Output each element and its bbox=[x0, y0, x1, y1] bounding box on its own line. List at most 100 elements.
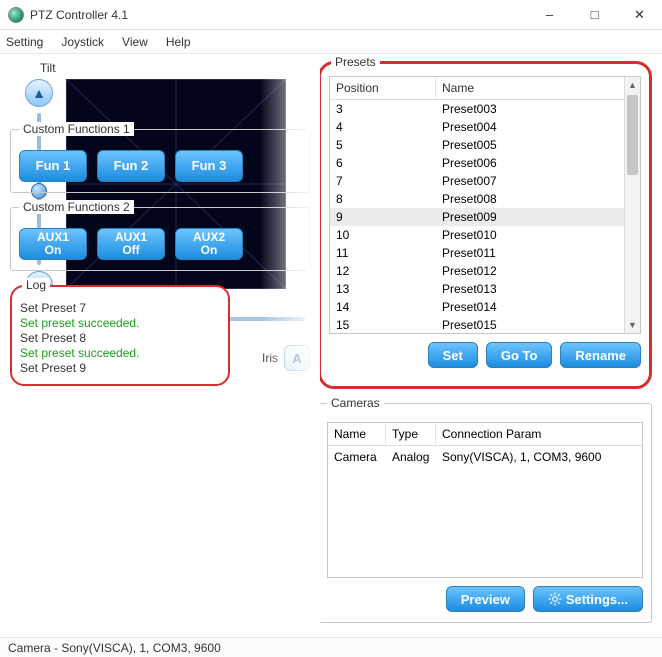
menubar: Setting Joystick View Help bbox=[0, 30, 662, 54]
preset-actions: Set Go To Rename bbox=[329, 342, 641, 368]
custom2-button-1[interactable]: AUX1On bbox=[19, 228, 87, 260]
gear-icon bbox=[548, 592, 562, 606]
preset-name: Preset007 bbox=[436, 174, 624, 188]
presets-header: Position Name bbox=[330, 77, 624, 100]
preset-row[interactable]: 10Preset010 bbox=[330, 226, 624, 244]
left-panel: Tilt ▲ ▼ Pan bbox=[10, 61, 310, 386]
group-legend: Log bbox=[22, 278, 50, 292]
preset-position: 4 bbox=[330, 120, 436, 134]
menu-joystick[interactable]: Joystick bbox=[61, 35, 104, 49]
col-type[interactable]: Type bbox=[386, 423, 436, 445]
preset-position: 5 bbox=[330, 138, 436, 152]
group-legend: Cameras bbox=[327, 396, 384, 410]
col-name[interactable]: Name bbox=[436, 77, 624, 99]
col-name[interactable]: Name bbox=[328, 423, 386, 445]
minimize-button[interactable]: – bbox=[527, 0, 572, 29]
preset-position: 13 bbox=[330, 282, 436, 296]
preset-position: 14 bbox=[330, 300, 436, 314]
menu-setting[interactable]: Setting bbox=[6, 35, 43, 49]
preset-name: Preset008 bbox=[436, 192, 624, 206]
preset-row[interactable]: 7Preset007 bbox=[330, 172, 624, 190]
custom1-button-2[interactable]: Fun 2 bbox=[97, 150, 165, 182]
tilt-label: Tilt bbox=[40, 61, 310, 75]
cameras-header: Name Type Connection Param bbox=[328, 423, 642, 446]
arrow-up-icon: ▲ bbox=[32, 85, 46, 101]
preset-name: Preset009 bbox=[436, 210, 624, 224]
camera-type: Analog bbox=[386, 446, 436, 468]
preset-row[interactable]: 5Preset005 bbox=[330, 136, 624, 154]
window-controls: – □ ✕ bbox=[527, 0, 662, 29]
menu-help[interactable]: Help bbox=[166, 35, 191, 49]
titlebar: PTZ Controller 4.1 – □ ✕ bbox=[0, 0, 662, 30]
log-line: Set Preset 7 bbox=[20, 301, 220, 316]
cameras-table: Name Type Connection Param CameraAnalogS… bbox=[327, 422, 643, 578]
custom1-button-1[interactable]: Fun 1 bbox=[19, 150, 87, 182]
preview-button[interactable]: Preview bbox=[446, 586, 525, 612]
preset-row[interactable]: 15Preset015 bbox=[330, 316, 624, 333]
log-line: Set preset succeeded. bbox=[20, 316, 220, 331]
preset-position: 10 bbox=[330, 228, 436, 242]
log-group: Log Set Preset 7Set preset succeeded.Set… bbox=[10, 285, 230, 386]
preset-row[interactable]: 11Preset011 bbox=[330, 244, 624, 262]
scroll-down-icon[interactable]: ▼ bbox=[625, 317, 640, 333]
preset-name: Preset012 bbox=[436, 264, 624, 278]
log-lines: Set Preset 7Set preset succeeded.Set Pre… bbox=[20, 301, 220, 376]
preset-row[interactable]: 8Preset008 bbox=[330, 190, 624, 208]
preset-name: Preset014 bbox=[436, 300, 624, 314]
preset-position: 15 bbox=[330, 318, 436, 332]
preset-name: Preset011 bbox=[436, 246, 624, 260]
preset-name: Preset004 bbox=[436, 120, 624, 134]
preset-position: 6 bbox=[330, 156, 436, 170]
group-legend: Presets bbox=[331, 55, 380, 69]
preset-row[interactable]: 13Preset013 bbox=[330, 280, 624, 298]
cameras-group: Cameras Name Type Connection Param Camer… bbox=[318, 403, 652, 623]
rename-button[interactable]: Rename bbox=[560, 342, 641, 368]
custom-functions-2: Custom Functions 2 AUX1OnAUX1OffAUX2On bbox=[10, 207, 310, 271]
camera-row[interactable]: CameraAnalogSony(VISCA), 1, COM3, 9600 bbox=[328, 446, 642, 468]
custom2-button-2[interactable]: AUX1Off bbox=[97, 228, 165, 260]
preset-name: Preset003 bbox=[436, 102, 624, 116]
custom2-button-3[interactable]: AUX2On bbox=[175, 228, 243, 260]
app-icon bbox=[8, 7, 24, 23]
maximize-button[interactable]: □ bbox=[572, 0, 617, 29]
preset-name: Preset013 bbox=[436, 282, 624, 296]
window-title: PTZ Controller 4.1 bbox=[30, 8, 527, 22]
menu-view[interactable]: View bbox=[122, 35, 148, 49]
settings-button[interactable]: Settings... bbox=[533, 586, 643, 612]
group-legend: Custom Functions 1 bbox=[19, 122, 134, 136]
status-text: Camera - Sony(VISCA), 1, COM3, 9600 bbox=[8, 641, 221, 655]
log-line: Set preset succeeded. bbox=[20, 346, 220, 361]
goto-button[interactable]: Go To bbox=[486, 342, 553, 368]
preset-position: 3 bbox=[330, 102, 436, 116]
group-legend: Custom Functions 2 bbox=[19, 200, 134, 214]
preset-row[interactable]: 14Preset014 bbox=[330, 298, 624, 316]
statusbar: Camera - Sony(VISCA), 1, COM3, 9600 bbox=[0, 637, 662, 657]
presets-group: Presets Position Name 3Preset0034Preset0… bbox=[318, 61, 652, 389]
preset-row[interactable]: 4Preset004 bbox=[330, 118, 624, 136]
settings-label: Settings... bbox=[566, 592, 628, 607]
iris-auto-button[interactable]: A bbox=[284, 345, 310, 371]
preset-name: Preset015 bbox=[436, 318, 624, 332]
iris-label: Iris bbox=[262, 351, 278, 365]
preset-row[interactable]: 12Preset012 bbox=[330, 262, 624, 280]
close-button[interactable]: ✕ bbox=[617, 0, 662, 29]
presets-scrollbar[interactable]: ▲ ▼ bbox=[624, 77, 640, 333]
col-position[interactable]: Position bbox=[330, 77, 436, 99]
preset-position: 9 bbox=[330, 210, 436, 224]
preset-row[interactable]: 6Preset006 bbox=[330, 154, 624, 172]
preset-position: 8 bbox=[330, 192, 436, 206]
set-button[interactable]: Set bbox=[428, 342, 478, 368]
log-line: Set Preset 8 bbox=[20, 331, 220, 346]
custom1-button-3[interactable]: Fun 3 bbox=[175, 150, 243, 182]
camera-name: Camera bbox=[328, 446, 386, 468]
preset-row[interactable]: 3Preset003 bbox=[330, 100, 624, 118]
preset-row[interactable]: 9Preset009 bbox=[330, 208, 624, 226]
tilt-up-button[interactable]: ▲ bbox=[25, 79, 53, 107]
preset-position: 7 bbox=[330, 174, 436, 188]
scroll-up-icon[interactable]: ▲ bbox=[625, 77, 640, 93]
preset-position: 11 bbox=[330, 246, 436, 260]
col-connection[interactable]: Connection Param bbox=[436, 423, 642, 445]
preset-position: 12 bbox=[330, 264, 436, 278]
camera-actions: Preview Settings... bbox=[327, 586, 643, 612]
scroll-thumb[interactable] bbox=[627, 95, 638, 175]
